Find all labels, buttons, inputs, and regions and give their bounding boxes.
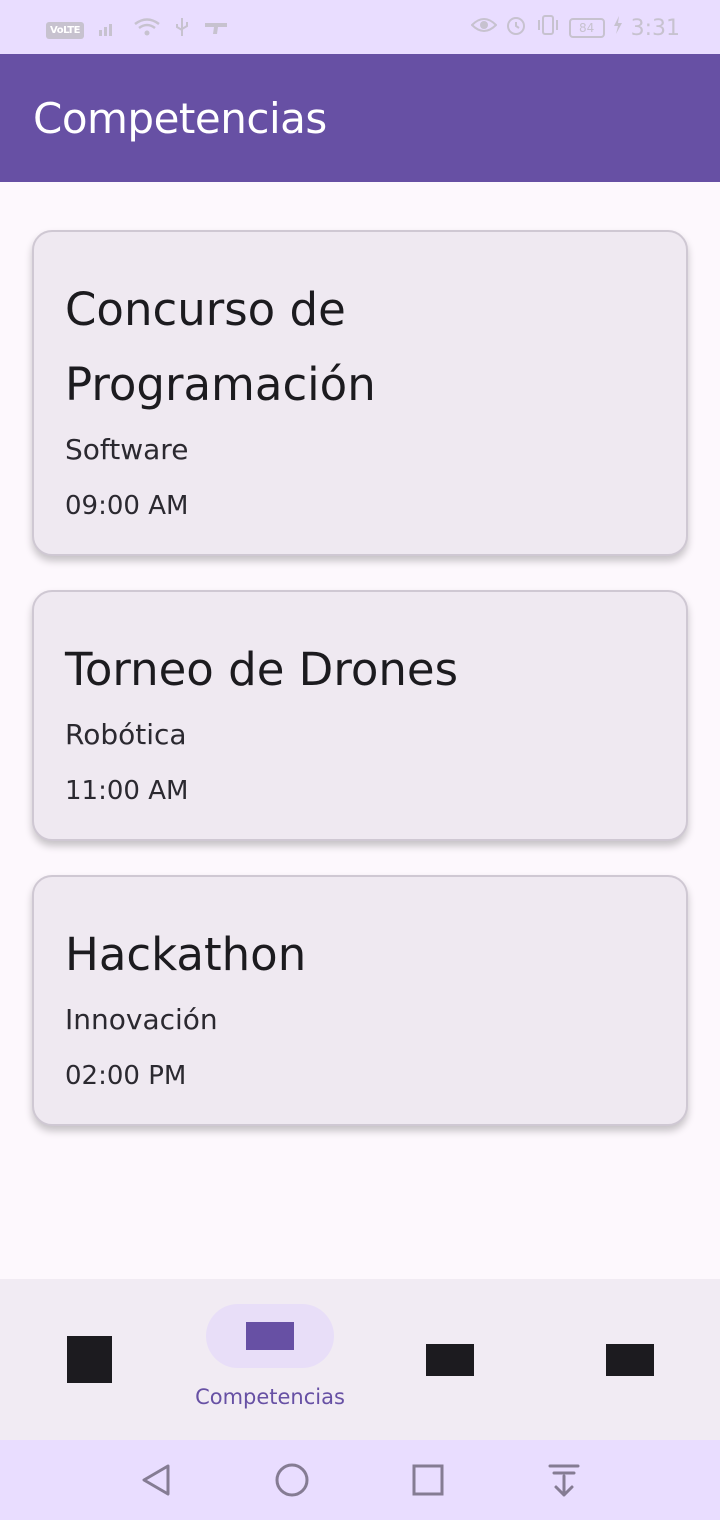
status-bar: VoLTE 84 3:31 bbox=[0, 0, 720, 54]
status-left-icons: VoLTE bbox=[46, 16, 228, 44]
home-button[interactable] bbox=[252, 1440, 332, 1520]
battery-icon: 84 bbox=[568, 18, 605, 38]
notifications-pull-button[interactable] bbox=[524, 1440, 604, 1520]
competition-title: Concurso de Programación bbox=[65, 283, 376, 411]
competition-list: Concurso de Programación Software 09:00 … bbox=[32, 230, 688, 1160]
signal-icon bbox=[98, 17, 120, 43]
recents-icon bbox=[412, 1464, 444, 1496]
pull-down-icon bbox=[548, 1464, 580, 1497]
home-icon bbox=[275, 1463, 309, 1497]
placeholder-icon bbox=[426, 1344, 474, 1376]
nav-item-4[interactable] bbox=[540, 1279, 720, 1440]
competencias-icon bbox=[246, 1322, 294, 1350]
status-time: 3:31 bbox=[630, 15, 680, 41]
bottom-navigation: Competencias bbox=[0, 1279, 720, 1440]
alarm-icon bbox=[505, 14, 527, 42]
page-title: Competencias bbox=[33, 94, 327, 143]
competition-time: 09:00 AM bbox=[65, 491, 189, 521]
competition-category: Innovación bbox=[65, 1003, 218, 1036]
competition-category: Software bbox=[65, 433, 189, 466]
competition-time: 02:00 PM bbox=[65, 1061, 187, 1091]
usb-icon bbox=[174, 16, 190, 44]
eye-icon bbox=[470, 16, 498, 40]
competition-title: Hackathon bbox=[65, 928, 307, 981]
competition-title: Torneo de Drones bbox=[65, 643, 459, 696]
competition-time: 11:00 AM bbox=[65, 776, 189, 806]
nav-item-3[interactable] bbox=[360, 1279, 540, 1440]
status-right-icons: 84 3:31 bbox=[470, 14, 680, 42]
competition-category: Robótica bbox=[65, 718, 187, 751]
volte-badge: VoLTE bbox=[46, 21, 84, 39]
vibrate-icon bbox=[535, 14, 561, 42]
placeholder-icon bbox=[606, 1344, 654, 1376]
system-navigation-bar bbox=[0, 1440, 720, 1520]
back-button[interactable] bbox=[116, 1440, 196, 1520]
top-app-bar: Competencias bbox=[0, 54, 720, 182]
back-icon bbox=[142, 1464, 170, 1496]
wifi-icon bbox=[134, 17, 160, 43]
charging-icon bbox=[613, 16, 623, 40]
competition-card[interactable]: Torneo de Drones Robótica 11:00 AM bbox=[32, 590, 688, 841]
competition-card[interactable]: Hackathon Innovación 02:00 PM bbox=[32, 875, 688, 1126]
recents-button[interactable] bbox=[388, 1440, 468, 1520]
competition-card[interactable]: Concurso de Programación Software 09:00 … bbox=[32, 230, 688, 556]
gun-icon bbox=[204, 18, 228, 42]
